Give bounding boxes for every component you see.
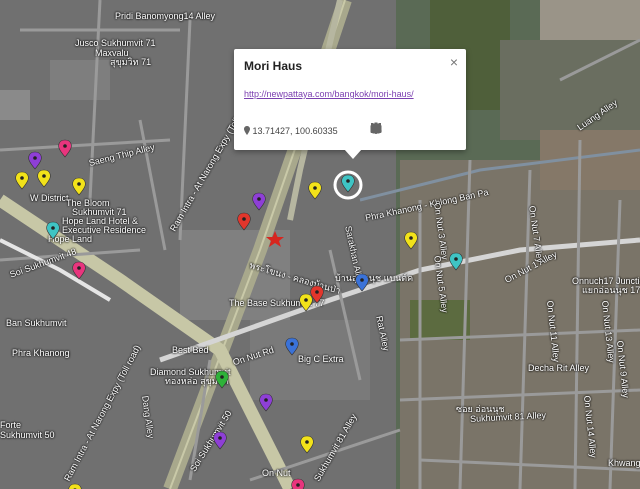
- map-pin-green[interactable]: [215, 370, 229, 389]
- map-pin-purple[interactable]: [259, 393, 273, 412]
- popup-title: Mori Haus: [244, 59, 303, 73]
- map-pin-blue[interactable]: [355, 273, 369, 292]
- map-pin-yellow[interactable]: [300, 435, 314, 454]
- map-pin-yellow[interactable]: [72, 177, 86, 196]
- place-info-popup: Mori Haus × http://newpattaya.com/bangko…: [234, 49, 466, 159]
- close-icon[interactable]: ×: [450, 54, 458, 70]
- map-pin-yellow[interactable]: [299, 293, 313, 312]
- map-pin-purple[interactable]: [213, 431, 227, 450]
- map-pin-teal-selected[interactable]: [341, 174, 355, 193]
- popup-link[interactable]: http://newpattaya.com/bangkok/mori-haus/: [244, 89, 414, 99]
- map-pin-yellow[interactable]: [15, 171, 29, 190]
- map-pin-yellow[interactable]: [68, 483, 82, 489]
- directions-icon[interactable]: [371, 122, 436, 134]
- map-canvas[interactable]: Pridi Banomyong14 Alley Jusco Sukhumvit …: [0, 0, 640, 489]
- map-pin-pink[interactable]: [291, 478, 305, 489]
- popup-coordinates: 13.71427, 100.60335: [244, 126, 338, 136]
- map-pin-purple[interactable]: [28, 151, 42, 170]
- coordinates-text: 13.71427, 100.60335: [252, 126, 338, 136]
- map-pin-teal[interactable]: [46, 221, 60, 240]
- map-pin-yellow[interactable]: [37, 169, 51, 188]
- camera-icon[interactable]: [370, 122, 418, 134]
- map-pin-red[interactable]: [237, 212, 251, 231]
- popup-toolbar: [370, 122, 454, 134]
- map-pin-pink[interactable]: [58, 139, 72, 158]
- location-pin-icon: [244, 126, 250, 135]
- trash-icon[interactable]: [371, 122, 454, 134]
- pencil-icon[interactable]: [371, 122, 400, 134]
- map-pin-purple[interactable]: [252, 192, 266, 211]
- map-pin-pink[interactable]: [72, 261, 86, 280]
- map-pin-yellow[interactable]: [308, 181, 322, 200]
- map-pin-blue[interactable]: [285, 337, 299, 356]
- map-pin-teal[interactable]: [449, 252, 463, 271]
- map-pin-yellow[interactable]: [404, 231, 418, 250]
